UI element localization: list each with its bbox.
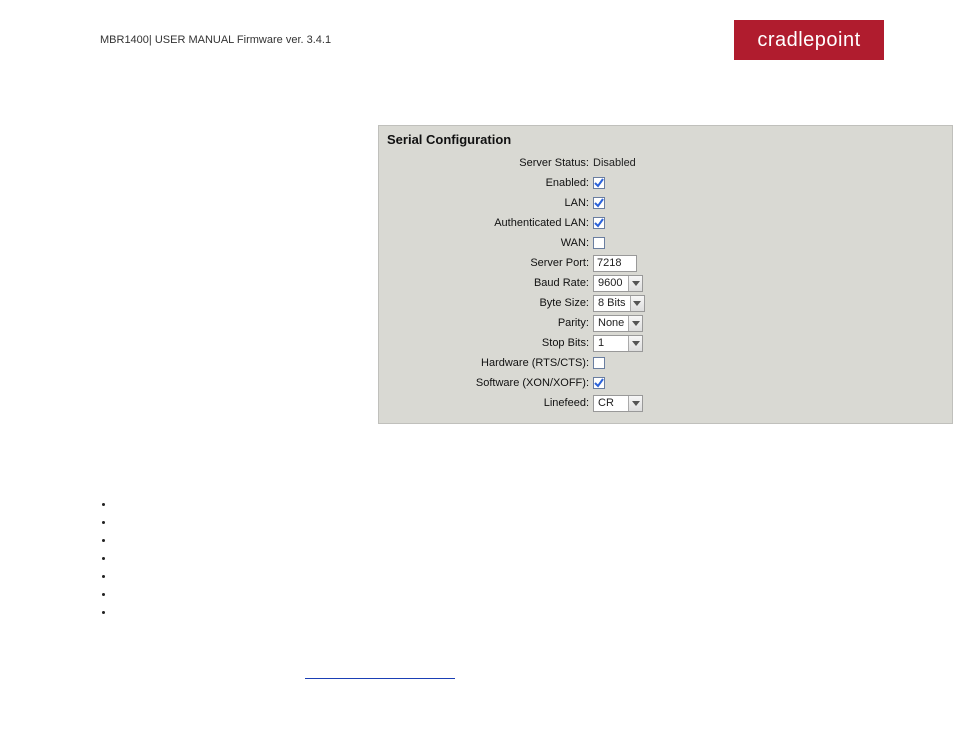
select-value: 9600 bbox=[594, 277, 628, 289]
form-row: Byte Size:8 Bits bbox=[387, 293, 942, 313]
text-input[interactable] bbox=[593, 255, 637, 272]
form-label: Software (XON/XOFF): bbox=[387, 377, 593, 389]
form-row: WAN: bbox=[387, 233, 942, 253]
form-value: CR bbox=[593, 395, 643, 412]
form-value: None bbox=[593, 315, 643, 332]
form-label: LAN: bbox=[387, 197, 593, 209]
form-label: Baud Rate: bbox=[387, 277, 593, 289]
checkbox[interactable] bbox=[593, 377, 605, 389]
form-row: Server Status:Disabled bbox=[387, 153, 942, 173]
form-label: Linefeed: bbox=[387, 397, 593, 409]
form-row: LAN: bbox=[387, 193, 942, 213]
select-value: 1 bbox=[594, 337, 628, 349]
form-label: Hardware (RTS/CTS): bbox=[387, 357, 593, 369]
form-label: Enabled: bbox=[387, 177, 593, 189]
form-row: Authenticated LAN: bbox=[387, 213, 942, 233]
form-row: Hardware (RTS/CTS): bbox=[387, 353, 942, 373]
checkbox[interactable] bbox=[593, 237, 605, 249]
form-label: Server Port: bbox=[387, 257, 593, 269]
select[interactable]: 8 Bits bbox=[593, 295, 645, 312]
form-value bbox=[593, 197, 605, 209]
form-row: Software (XON/XOFF): bbox=[387, 373, 942, 393]
form-value: 8 Bits bbox=[593, 295, 645, 312]
panel-title: Serial Configuration bbox=[387, 132, 942, 147]
select[interactable]: CR bbox=[593, 395, 643, 412]
form-label: WAN: bbox=[387, 237, 593, 249]
form-value bbox=[593, 357, 605, 369]
checkbox[interactable] bbox=[593, 357, 605, 369]
chevron-down-icon[interactable] bbox=[628, 396, 642, 411]
form-value: 1 bbox=[593, 335, 643, 352]
form-label: Byte Size: bbox=[387, 297, 593, 309]
form-value bbox=[593, 255, 637, 272]
checkbox[interactable] bbox=[593, 217, 605, 229]
chevron-down-icon[interactable] bbox=[628, 336, 642, 351]
form-row: Stop Bits:1 bbox=[387, 333, 942, 353]
checkbox[interactable] bbox=[593, 177, 605, 189]
select[interactable]: 1 bbox=[593, 335, 643, 352]
form-value bbox=[593, 377, 605, 389]
select[interactable]: None bbox=[593, 315, 643, 332]
form-label: Parity: bbox=[387, 317, 593, 329]
chevron-down-icon[interactable] bbox=[630, 296, 644, 311]
form-row: Parity:None bbox=[387, 313, 942, 333]
serial-config-panel: Serial Configuration Server Status:Disab… bbox=[378, 125, 953, 424]
form-value bbox=[593, 217, 605, 229]
chevron-down-icon[interactable] bbox=[628, 316, 642, 331]
select-value: None bbox=[594, 317, 628, 329]
form-value: Disabled bbox=[593, 157, 636, 169]
select[interactable]: 9600 bbox=[593, 275, 643, 292]
form-row: Linefeed:CR bbox=[387, 393, 942, 413]
form-value: 9600 bbox=[593, 275, 643, 292]
checkbox[interactable] bbox=[593, 197, 605, 209]
page-header: MBR1400| USER MANUAL Firmware ver. 3.4.1… bbox=[100, 20, 884, 60]
form-label: Server Status: bbox=[387, 157, 593, 169]
form-row: Baud Rate:9600 bbox=[387, 273, 942, 293]
hyperlink[interactable] bbox=[305, 678, 455, 679]
form-label: Authenticated LAN: bbox=[387, 217, 593, 229]
select-value: 8 Bits bbox=[594, 297, 630, 309]
select-value: CR bbox=[594, 397, 628, 409]
brand-logo: cradlepoint bbox=[734, 20, 884, 60]
form-row: Enabled: bbox=[387, 173, 942, 193]
form-row: Server Port: bbox=[387, 253, 942, 273]
form-label: Stop Bits: bbox=[387, 337, 593, 349]
chevron-down-icon[interactable] bbox=[628, 276, 642, 291]
status-text: Disabled bbox=[593, 157, 636, 169]
form-value bbox=[593, 237, 605, 249]
form-value bbox=[593, 177, 605, 189]
